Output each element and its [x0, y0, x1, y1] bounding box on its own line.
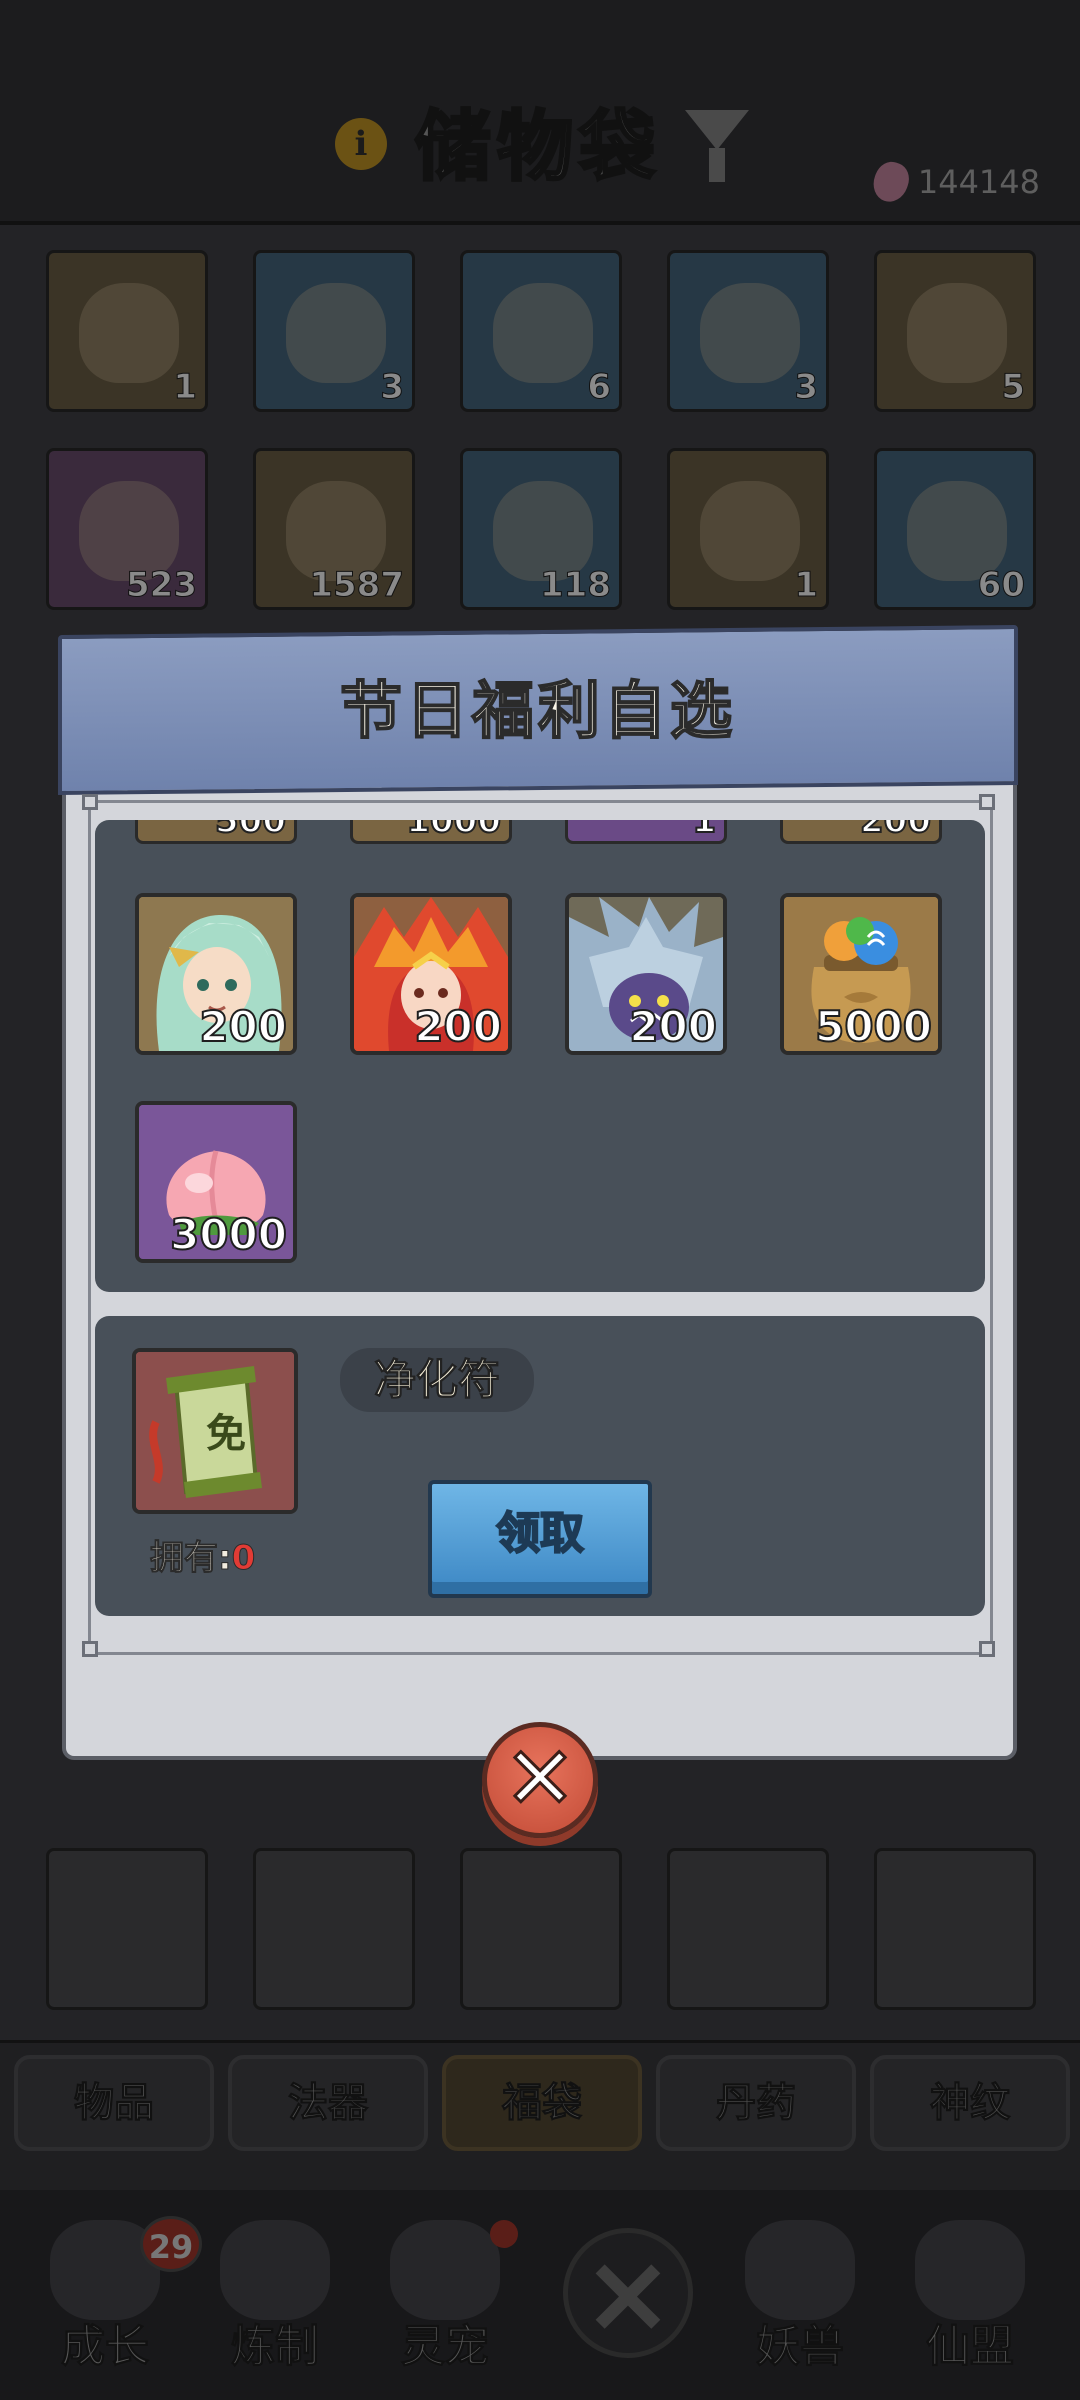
frame-corner [979, 1641, 995, 1657]
svg-text:免: 免 [206, 1410, 246, 1457]
reward-item[interactable]: 200 [135, 893, 297, 1055]
reward-quantity: 200 [198, 1001, 288, 1051]
selected-item-name: 净化符 [340, 1348, 535, 1412]
frame-corner [82, 1641, 98, 1657]
reward-list[interactable]: 500 1000 1 200 200 200 200 5000 3000 [95, 820, 985, 1292]
reward-item[interactable]: 5000 [780, 893, 942, 1055]
reward-quantity: 3000 [169, 1209, 288, 1259]
reward-item[interactable]: 200 [780, 820, 942, 844]
reward-item[interactable]: 200 [565, 893, 727, 1055]
storage-bag-screen: i 储物袋 144148 1 3 6 3 5 523 1587 118 1 60… [0, 0, 1080, 2400]
close-button[interactable]: ✕ [482, 1722, 598, 1838]
owned-value: 0 [231, 1538, 256, 1579]
owned-label: 拥有: [150, 1538, 233, 1579]
reward-item[interactable]: 200 [350, 893, 512, 1055]
frame-corner [979, 794, 995, 810]
selected-item-slot[interactable]: 免 [132, 1348, 298, 1514]
modal-title: 节日福利自选 [339, 673, 736, 748]
reward-quantity: 1000 [405, 820, 502, 842]
reward-item[interactable]: 3000 [135, 1101, 297, 1263]
claim-button[interactable]: 领取 [428, 1480, 652, 1598]
close-icon: ✕ [502, 1728, 577, 1831]
reward-quantity: 200 [413, 1001, 503, 1051]
reward-quantity: 200 [628, 1001, 718, 1051]
reward-quantity: 200 [859, 820, 932, 842]
reward-quantity: 5000 [814, 1001, 933, 1051]
owned-count: 拥有:0 [150, 1530, 256, 1579]
reward-item[interactable]: 1 [565, 820, 727, 844]
purify-talisman-icon: 免 [136, 1352, 294, 1510]
reward-quantity: 500 [214, 820, 287, 842]
reward-item[interactable]: 1000 [350, 820, 512, 844]
reward-item[interactable]: 500 [135, 820, 297, 844]
reward-quantity: 1 [691, 820, 717, 842]
frame-corner [82, 794, 98, 810]
